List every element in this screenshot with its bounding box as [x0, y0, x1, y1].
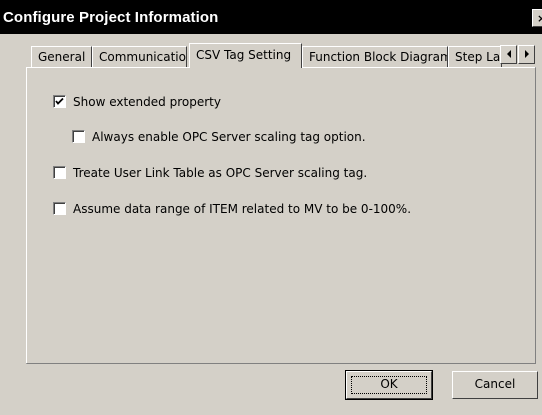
tab-communication[interactable]: Communication	[92, 46, 187, 68]
cancel-button-label: Cancel	[474, 377, 516, 391]
tab-label: Function Block Diagram	[309, 50, 448, 64]
tab-function-block-diagram[interactable]: Function Block Diagram	[302, 46, 448, 68]
right-arrow-icon	[525, 50, 529, 58]
tab-label: CSV Tag Setting	[196, 48, 292, 62]
configure-project-dialog: Configure Project Information × General …	[0, 0, 542, 415]
title-bar[interactable]: Configure Project Information	[0, 0, 542, 34]
option-always-enable-opc[interactable]: Always enable OPC Server scaling tag opt…	[72, 129, 452, 145]
checkmark-icon	[55, 97, 64, 105]
treate-user-link-table-checkbox[interactable]	[53, 166, 66, 179]
show-extended-property-checkbox[interactable]	[53, 95, 66, 108]
always-enable-opc-checkbox[interactable]	[72, 130, 85, 143]
tab-label: General	[38, 50, 86, 64]
show-extended-property-label: Show extended property	[73, 95, 221, 109]
ok-button[interactable]: OK	[345, 370, 433, 400]
close-icon: ×	[537, 12, 542, 25]
tab-csv-tag-setting[interactable]: CSV Tag Setting	[189, 43, 302, 68]
csv-tag-setting-panel: Show extended property Always enable OPC…	[26, 67, 536, 364]
close-button[interactable]: ×	[532, 9, 542, 27]
tab-label: Step La	[455, 50, 501, 64]
tab-general[interactable]: General	[31, 46, 92, 68]
tab-scroll-right-button[interactable]	[518, 45, 535, 64]
cancel-button[interactable]: Cancel	[452, 371, 538, 399]
tab-scroll-left-button[interactable]	[500, 45, 517, 64]
always-enable-opc-label: Always enable OPC Server scaling tag opt…	[92, 130, 366, 144]
tab-scroll-arrows	[500, 45, 536, 65]
left-arrow-icon	[507, 50, 511, 58]
tab-step-ladder[interactable]: Step La	[448, 46, 502, 68]
window-title: Configure Project Information	[3, 9, 219, 26]
option-show-extended-property[interactable]: Show extended property	[53, 94, 353, 110]
option-treate-user-link-table[interactable]: Treate User Link Table as OPC Server sca…	[53, 165, 453, 181]
assume-data-range-checkbox[interactable]	[53, 202, 66, 215]
tab-label: Communication	[99, 50, 187, 64]
treate-user-link-table-label: Treate User Link Table as OPC Server sca…	[73, 166, 368, 180]
ok-button-label: OK	[380, 377, 398, 391]
assume-data-range-label: Assume data range of ITEM related to MV …	[73, 202, 412, 216]
option-assume-data-range[interactable]: Assume data range of ITEM related to MV …	[53, 201, 513, 217]
